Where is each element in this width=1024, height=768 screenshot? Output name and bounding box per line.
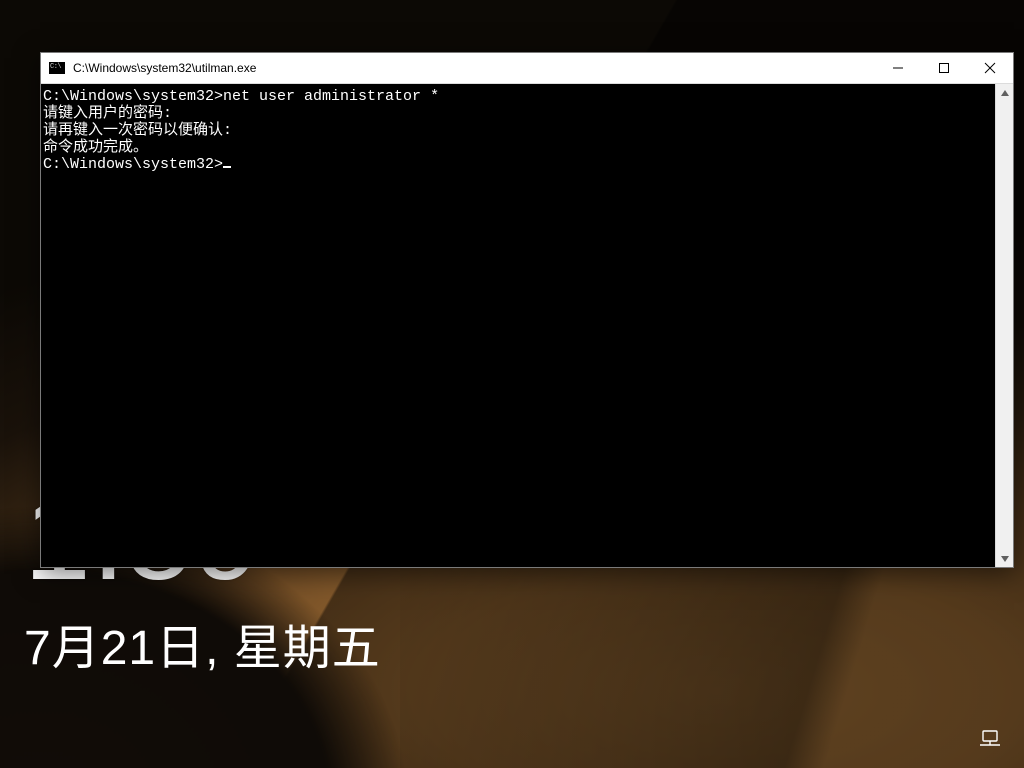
minimize-button[interactable] [875, 53, 921, 83]
maximize-button[interactable] [921, 53, 967, 83]
terminal-line: 请再键入一次密码以便确认: [43, 122, 993, 139]
scroll-up-button[interactable] [996, 84, 1013, 101]
scroll-down-button[interactable] [996, 550, 1013, 567]
vertical-scrollbar[interactable] [995, 84, 1013, 567]
close-button[interactable] [967, 53, 1013, 83]
prompt: C:\Windows\system32> [43, 88, 223, 105]
terminal-body-wrap: C:\Windows\system32>net user administrat… [41, 84, 1013, 567]
entered-command: net user administrator * [223, 88, 439, 105]
titlebar[interactable]: C:\Windows\system32\utilman.exe [41, 53, 1013, 84]
cursor-icon [223, 166, 231, 168]
terminal-line: 请键入用户的密码: [43, 105, 993, 122]
lock-screen-desktop: 1:59 7月21日, 星期五 C:\Windows\system32\util… [0, 0, 1024, 768]
lockscreen-date: 7月21日, 星期五 [24, 608, 381, 678]
network-icon[interactable] [980, 730, 1002, 748]
titlebar-left: C:\Windows\system32\utilman.exe [41, 61, 256, 75]
terminal-line: 命令成功完成。 [43, 139, 993, 156]
prompt: C:\Windows\system32> [43, 156, 223, 173]
command-prompt-window[interactable]: C:\Windows\system32\utilman.exe C:\Windo… [40, 52, 1014, 568]
scroll-track[interactable] [996, 101, 1013, 550]
titlebar-controls [875, 53, 1013, 83]
app-icon [49, 62, 65, 74]
terminal-prompt-line: C:\Windows\system32> [43, 156, 993, 173]
terminal-line: C:\Windows\system32>net user administrat… [43, 88, 993, 105]
window-title: C:\Windows\system32\utilman.exe [73, 61, 256, 75]
terminal-output[interactable]: C:\Windows\system32>net user administrat… [41, 84, 995, 567]
